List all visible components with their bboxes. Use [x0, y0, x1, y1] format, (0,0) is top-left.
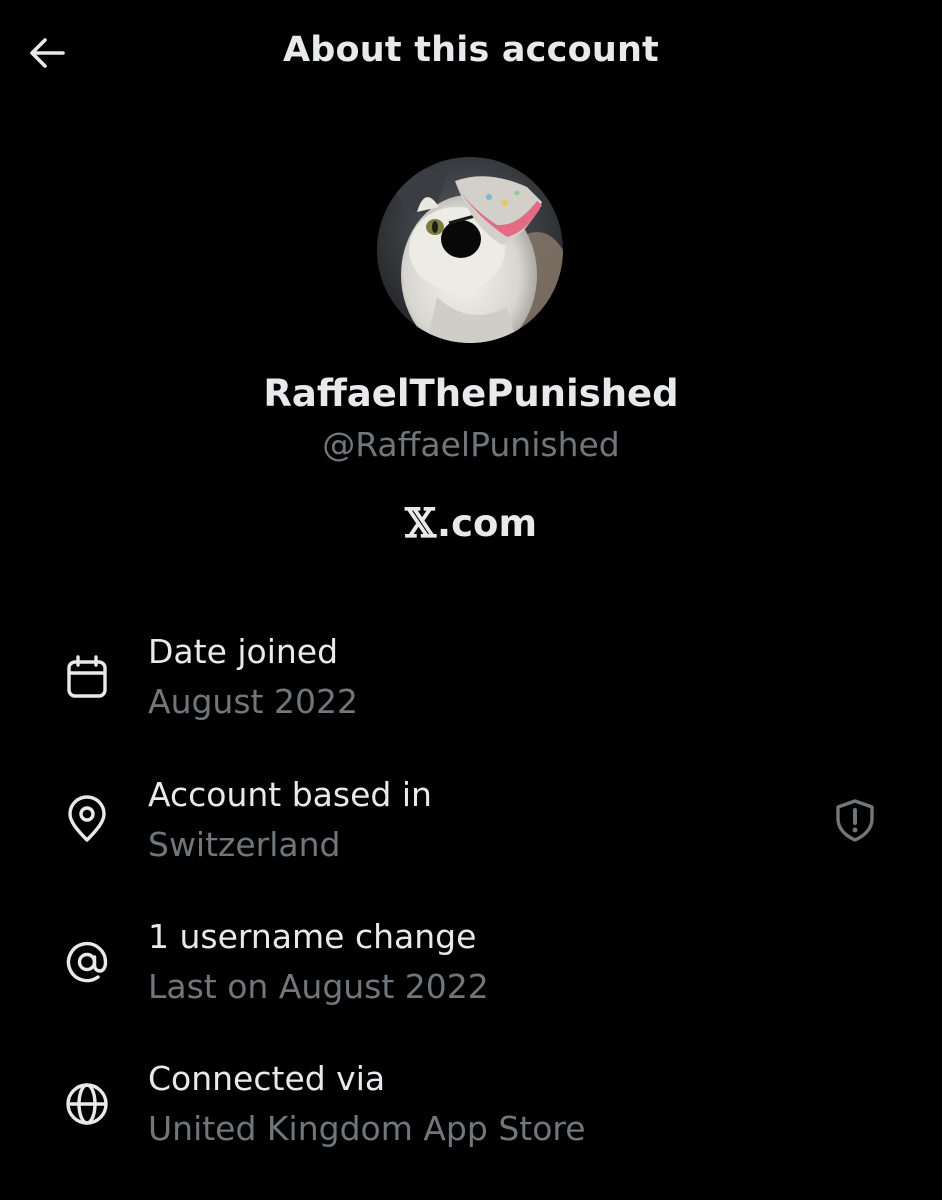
location-pin-icon	[60, 793, 114, 847]
globe-icon	[60, 1077, 114, 1131]
username-change-row: 1 username change Last on August 2022	[0, 905, 942, 1025]
top-bar: About this account	[0, 0, 942, 105]
display-name: RaffaelThePunished	[263, 372, 679, 415]
connected-via-value: United Kingdom App Store	[148, 1109, 586, 1148]
at-sign-icon	[60, 935, 114, 989]
platform-suffix: .com	[437, 502, 537, 545]
x-logo: 𝕏	[404, 500, 437, 547]
username-handle: @RaffaelPunished	[322, 425, 620, 464]
account-location-label: Account based in	[148, 775, 432, 814]
date-joined-label: Date joined	[148, 632, 339, 671]
platform-label: 𝕏 .com	[0, 500, 942, 547]
calendar-icon	[60, 650, 114, 704]
connected-via-label: Connected via	[148, 1059, 386, 1098]
account-location-row: Account based in Switzerland	[0, 763, 942, 883]
connected-via-row: Connected via United Kingdom App Store	[0, 1047, 942, 1167]
username-change-value: Last on August 2022	[148, 967, 489, 1006]
date-joined-value: August 2022	[148, 682, 358, 721]
shield-alert-icon[interactable]	[830, 795, 880, 845]
username-change-label: 1 username change	[148, 917, 477, 956]
date-joined-row: Date joined August 2022	[0, 620, 942, 740]
avatar[interactable]	[377, 157, 563, 343]
account-location-value: Switzerland	[148, 825, 341, 864]
page-title: About this account	[282, 30, 659, 70]
